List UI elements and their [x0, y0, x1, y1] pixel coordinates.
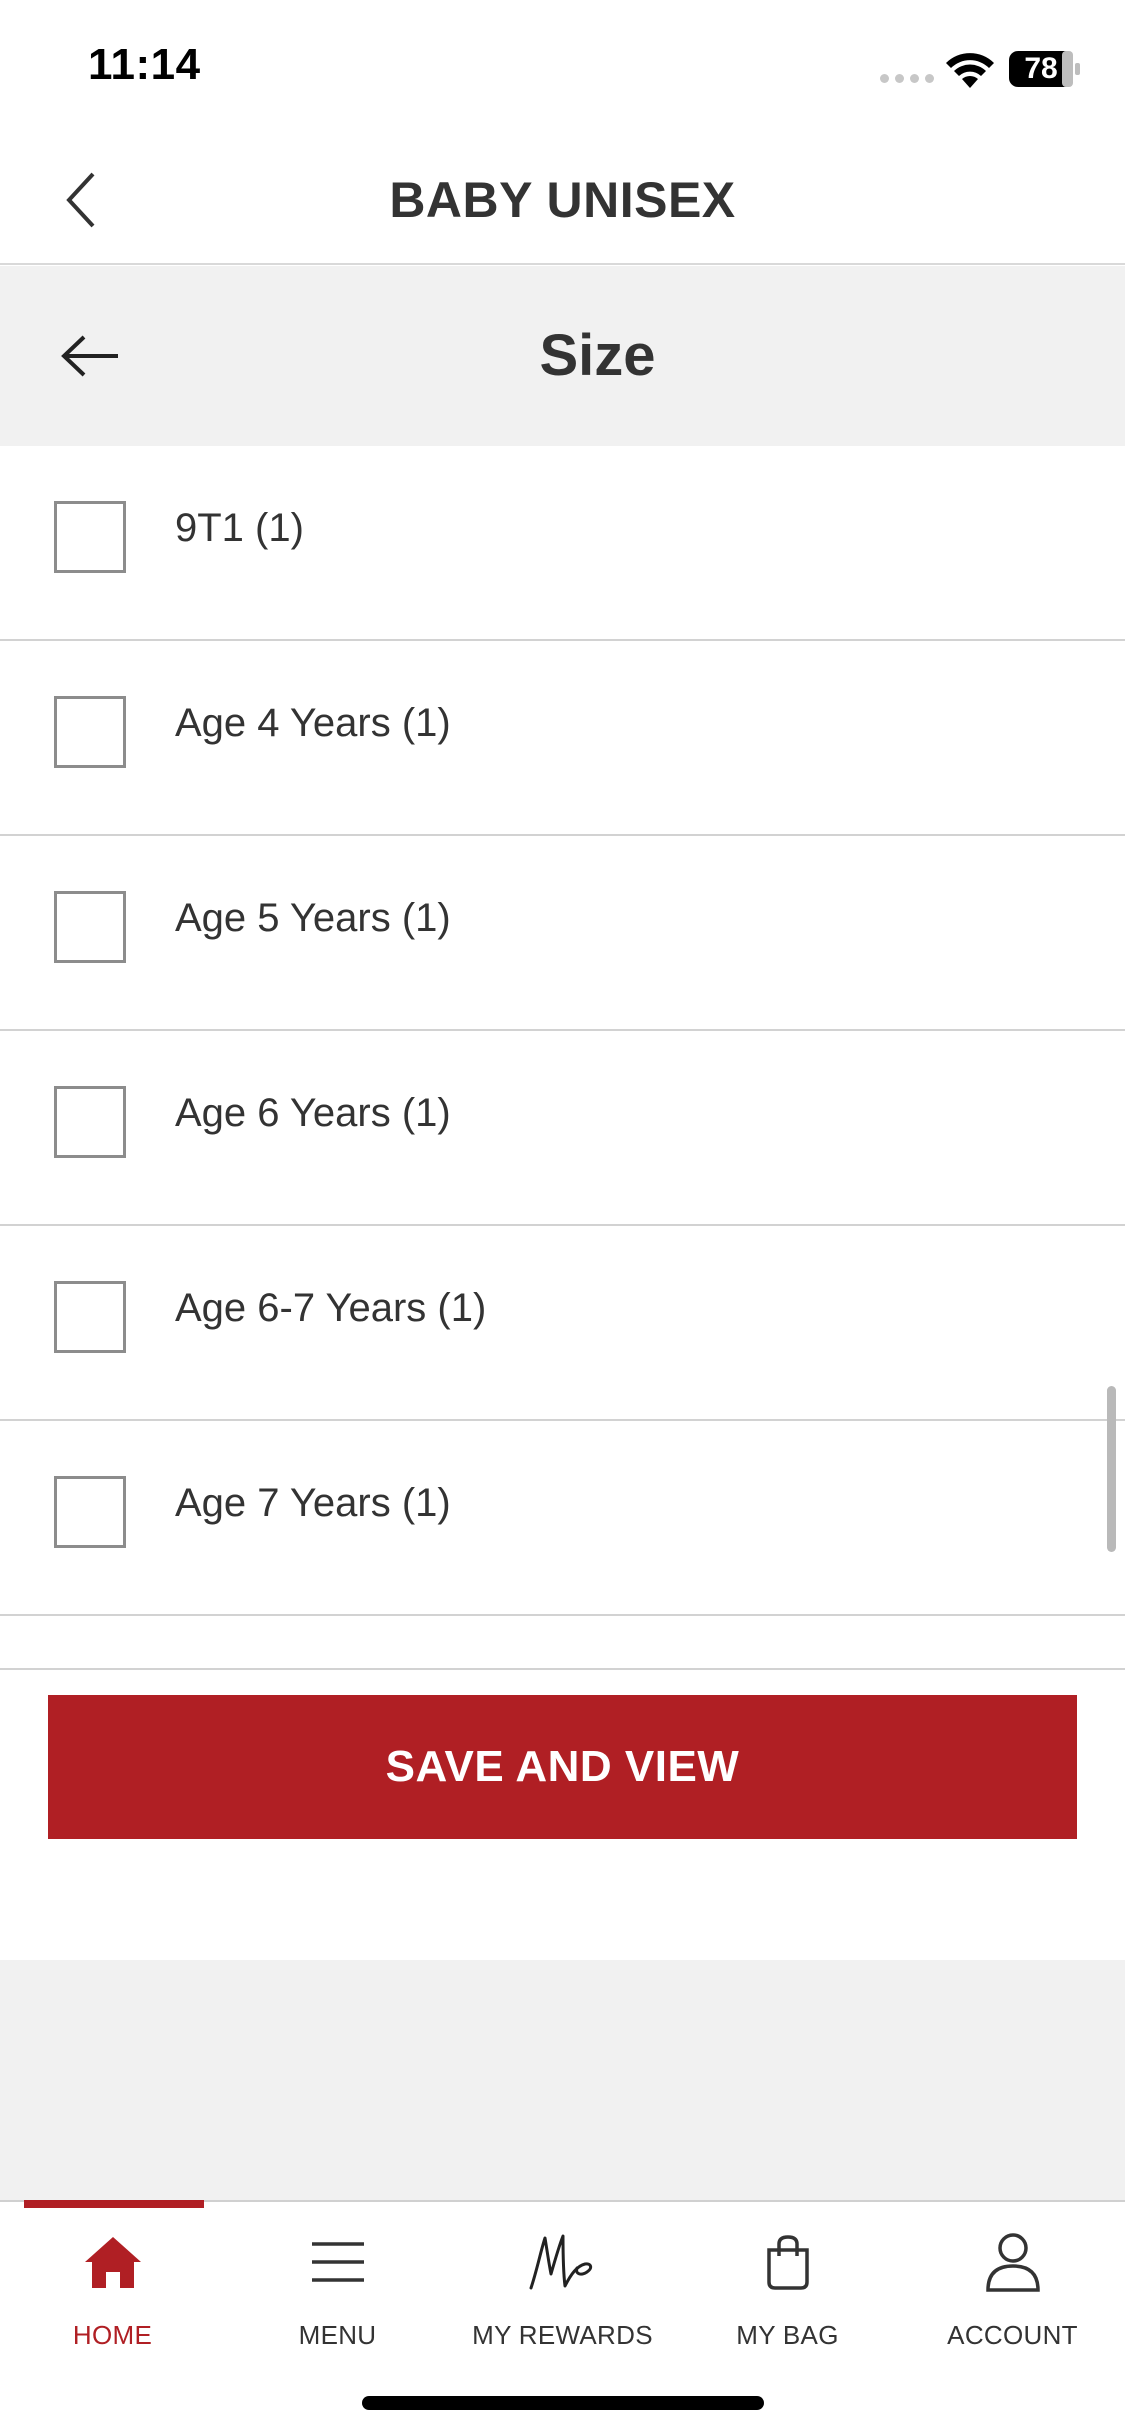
tab-menu[interactable]: MENU: [225, 2222, 450, 2372]
size-option-row[interactable]: Age 4 Years (1): [0, 641, 1125, 836]
size-option-label: Age 5 Years (1): [175, 896, 451, 940]
tab-label: HOME: [72, 2320, 153, 2350]
wifi-icon: [946, 53, 994, 88]
account-icon: [985, 2222, 1041, 2302]
size-option-checkbox[interactable]: [54, 696, 126, 768]
empty-background: [0, 1960, 1125, 2200]
size-option-checkbox[interactable]: [54, 1281, 126, 1353]
bag-icon: [763, 2222, 813, 2302]
tab-label: MY REWARDS: [472, 2320, 653, 2350]
filter-header: Size: [0, 266, 1125, 446]
status-time: 11:14: [88, 40, 201, 89]
list-scrollbar[interactable]: [1107, 1386, 1116, 1552]
size-option-row[interactable]: Age 6 Years (1): [0, 1031, 1125, 1226]
size-option-checkbox[interactable]: [54, 1476, 126, 1548]
status-bar: 11:14 78: [0, 0, 1125, 135]
size-option-row[interactable]: 9T1 (1): [0, 446, 1125, 641]
size-options-list[interactable]: 9T1 (1) Age 4 Years (1) Age 5 Years (1) …: [0, 446, 1125, 1668]
page-title: BABY UNISEX: [389, 172, 736, 228]
home-icon: [82, 2222, 144, 2302]
cellular-signal-icon: [880, 74, 934, 83]
size-option-row[interactable]: Age 5 Years (1): [0, 836, 1125, 1031]
battery-icon: 78: [1008, 50, 1082, 88]
save-area: SAVE AND VIEW: [0, 1670, 1125, 1960]
tab-label: MENU: [298, 2320, 377, 2350]
size-option-label: Age 6 Years (1): [175, 1091, 451, 1135]
size-option-label: Age 4 Years (1): [175, 701, 451, 745]
size-option-label: Age 7 Years (1): [175, 1481, 451, 1525]
home-indicator: [362, 2396, 764, 2410]
filter-title: Size: [539, 323, 656, 388]
battery-level: 78: [1024, 52, 1058, 85]
tab-home[interactable]: HOME: [0, 2222, 225, 2372]
tab-account[interactable]: ACCOUNT: [900, 2222, 1125, 2372]
size-option-label: Age 6-7 Years (1): [175, 1286, 487, 1330]
rewards-icon: [527, 2222, 599, 2302]
tab-label: ACCOUNT: [947, 2320, 1078, 2350]
save-and-view-button[interactable]: SAVE AND VIEW: [48, 1695, 1077, 1839]
top-navigation-bar: BABY UNISEX: [0, 135, 1125, 265]
active-tab-indicator: [24, 2200, 204, 2208]
tab-my-bag[interactable]: MY BAG: [675, 2222, 900, 2372]
size-option-checkbox[interactable]: [54, 1086, 126, 1158]
tab-my-rewards[interactable]: MY REWARDS: [450, 2222, 675, 2372]
size-option-checkbox[interactable]: [54, 501, 126, 573]
size-option-row[interactable]: Age 6-7 Years (1): [0, 1226, 1125, 1421]
size-option-label: 9T1 (1): [175, 506, 304, 550]
size-option-row[interactable]: Age 7 Years (1): [0, 1421, 1125, 1616]
tab-label: MY BAG: [736, 2320, 839, 2350]
menu-icon: [310, 2222, 366, 2302]
size-option-checkbox[interactable]: [54, 891, 126, 963]
page: 11:14 78 BABY UNISEX Size 9T1 (1) Age 4 …: [0, 0, 1125, 2436]
